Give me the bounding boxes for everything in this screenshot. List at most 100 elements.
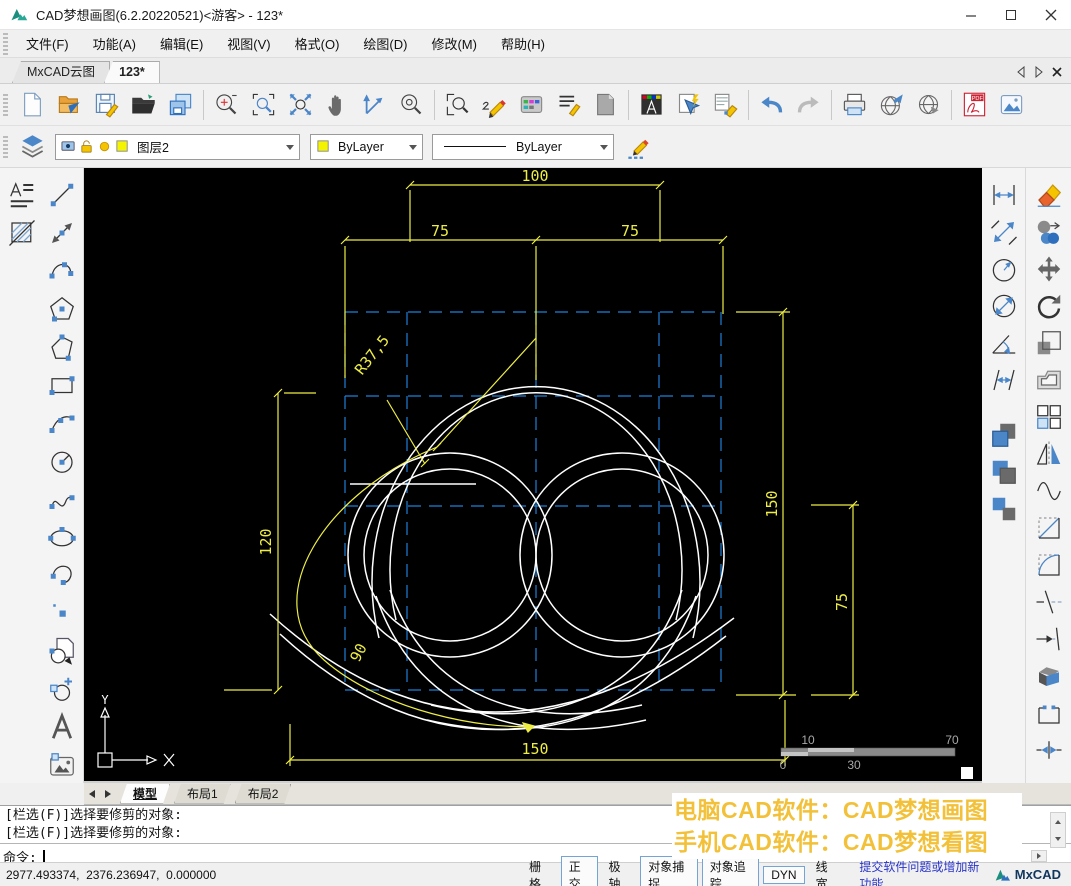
- export-pdf-button[interactable]: PDF: [956, 87, 993, 123]
- tab-model[interactable]: 模型: [120, 784, 170, 804]
- rectangle-tool-button[interactable]: [42, 366, 82, 404]
- construction-line-tool-button[interactable]: [42, 214, 82, 252]
- maximize-button[interactable]: [991, 0, 1031, 29]
- layout-prev-icon[interactable]: [84, 786, 100, 802]
- menu-help[interactable]: 帮助(H): [489, 30, 557, 57]
- ucs-axes-button[interactable]: [356, 87, 393, 123]
- page-setup-button[interactable]: [587, 87, 624, 123]
- text-tool-button[interactable]: [42, 708, 82, 746]
- line-tool-button[interactable]: [42, 176, 82, 214]
- toggle-grid[interactable]: 栅格: [522, 857, 557, 886]
- layer-select[interactable]: 图层2: [55, 133, 300, 160]
- circle-tool-button[interactable]: [42, 442, 82, 480]
- redo-button[interactable]: [790, 87, 827, 123]
- point-tool-button[interactable]: [42, 594, 82, 632]
- web-open-button[interactable]: [910, 87, 947, 123]
- toggle-dyn[interactable]: DYN: [763, 865, 805, 884]
- toggle-osnap[interactable]: 对象捕捉: [640, 855, 698, 886]
- edit-properties-button[interactable]: [620, 129, 657, 165]
- undo-button[interactable]: [753, 87, 790, 123]
- drawing-canvas[interactable]: Y 100 75 75 120 150 75 150 R37,5 90 10 7…: [84, 168, 982, 783]
- menu-view[interactable]: 视图(V): [215, 30, 282, 57]
- ellipse-tool-button[interactable]: [42, 518, 82, 556]
- menu-draw[interactable]: 绘图(D): [351, 30, 419, 57]
- move-button[interactable]: [1029, 250, 1069, 287]
- save-as-button[interactable]: [162, 87, 199, 123]
- copy-button[interactable]: [1029, 213, 1069, 250]
- mtext-button[interactable]: [550, 87, 587, 123]
- color-palette-button[interactable]: [513, 87, 550, 123]
- save-button[interactable]: [88, 87, 125, 123]
- tab-close-icon[interactable]: [1051, 65, 1063, 83]
- arc-continue-tool-button[interactable]: [42, 556, 82, 594]
- print-button[interactable]: [836, 87, 873, 123]
- tab-scroll-right-icon[interactable]: [1033, 65, 1045, 83]
- fillet-button[interactable]: [1029, 546, 1069, 583]
- zoom-center-button[interactable]: [393, 87, 430, 123]
- open-drawing-button[interactable]: [51, 87, 88, 123]
- close-button[interactable]: [1031, 0, 1071, 29]
- color-select[interactable]: ByLayer: [310, 133, 423, 160]
- new-button[interactable]: [14, 87, 51, 123]
- tab-layout1[interactable]: 布局1: [174, 784, 231, 804]
- scroll-down-icon[interactable]: [1051, 830, 1065, 847]
- pan-button[interactable]: [319, 87, 356, 123]
- linetype-select[interactable]: ByLayer: [432, 133, 614, 160]
- tab-layout2[interactable]: 布局2: [235, 784, 292, 804]
- scroll-up-icon[interactable]: [1051, 813, 1065, 830]
- dim-spacing-button[interactable]: [984, 361, 1024, 398]
- menu-function[interactable]: 功能(A): [81, 30, 148, 57]
- polyline-tool-button[interactable]: [42, 328, 82, 366]
- zoom-dynamic-button[interactable]: [208, 87, 245, 123]
- draw-order-back-button[interactable]: [984, 453, 1024, 490]
- scale-button[interactable]: [1029, 324, 1069, 361]
- chamfer-button[interactable]: [1029, 509, 1069, 546]
- region-tool-button[interactable]: [42, 632, 82, 670]
- dim-angular-button[interactable]: [984, 324, 1024, 361]
- toggle-lineweight[interactable]: 线宽: [809, 857, 844, 886]
- canvas-grip[interactable]: [961, 767, 973, 779]
- tab-scroll-left-icon[interactable]: [1015, 65, 1027, 83]
- text-style-button[interactable]: [633, 87, 670, 123]
- menu-modify[interactable]: 修改(M): [419, 30, 489, 57]
- tab-current-drawing[interactable]: 123*: [104, 61, 160, 83]
- extend-button[interactable]: [1029, 620, 1069, 657]
- command-scrollbar[interactable]: [1050, 812, 1066, 848]
- arc-3point-tool-button[interactable]: [42, 404, 82, 442]
- dim-diameter-button[interactable]: [984, 287, 1024, 324]
- feedback-link[interactable]: 提交软件问题或增加新功能: [859, 858, 983, 886]
- rotate-button[interactable]: [1029, 287, 1069, 324]
- layer-manager-button[interactable]: [14, 129, 51, 165]
- toggle-polar[interactable]: 极轴: [602, 857, 637, 886]
- insert-block-tool-button[interactable]: [42, 670, 82, 708]
- curve-button[interactable]: [1029, 472, 1069, 509]
- erase-button[interactable]: [1029, 176, 1069, 213]
- draw-order-swap-button[interactable]: [984, 490, 1024, 527]
- hatch-tool-button[interactable]: [2, 214, 42, 252]
- array-button[interactable]: [1029, 398, 1069, 435]
- menu-file[interactable]: 文件(F): [14, 30, 81, 57]
- arc-tool-button[interactable]: [42, 252, 82, 290]
- dim-aligned-button[interactable]: [984, 213, 1024, 250]
- break-button[interactable]: [1029, 694, 1069, 731]
- minimize-button[interactable]: [951, 0, 991, 29]
- insert-image-button[interactable]: [993, 87, 1030, 123]
- polygon-tool-button[interactable]: [42, 290, 82, 328]
- quick-draw-button[interactable]: [476, 87, 513, 123]
- join-button[interactable]: [1029, 731, 1069, 768]
- toggle-ortho[interactable]: 正交: [560, 855, 598, 886]
- tab-mxcad-cloud[interactable]: MxCAD云图: [12, 61, 111, 83]
- match-properties-button[interactable]: [707, 87, 744, 123]
- scroll-right-icon[interactable]: [1031, 850, 1047, 862]
- open-folder-button[interactable]: [125, 87, 162, 123]
- dim-radius-button[interactable]: [984, 250, 1024, 287]
- drawing-surface[interactable]: Y 100 75 75 120 150 75 150 R37,5 90 10 7…: [84, 168, 982, 781]
- web-publish-button[interactable]: [873, 87, 910, 123]
- layout-next-icon[interactable]: [100, 786, 116, 802]
- menu-format[interactable]: 格式(O): [283, 30, 352, 57]
- trim-button[interactable]: [1029, 583, 1069, 620]
- draw-order-front-button[interactable]: [984, 416, 1024, 453]
- dim-linear-button[interactable]: [984, 176, 1024, 213]
- zoom-extents-button[interactable]: [282, 87, 319, 123]
- mirror-button[interactable]: [1029, 435, 1069, 472]
